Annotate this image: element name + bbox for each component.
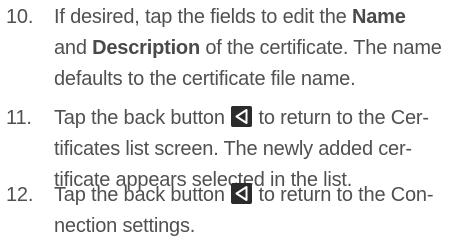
step-number: 11. [6,107,32,129]
step-line: Tap the back button to return to the Cer… [54,103,429,134]
description-field-label: Description [92,37,200,59]
step-text: defaults to the certificate file name. [54,68,356,90]
step-number: 12. [6,184,34,206]
step-line: If desired, tap the fields to edit the N… [54,2,406,33]
name-field-label: Name [351,6,406,28]
instruction-document: 10. If desired, tap the fields to edit t… [0,0,459,242]
back-triangle-icon [231,106,253,127]
step-text: and [54,37,93,59]
back-triangle-icon [231,183,253,204]
step-line: nection settings. [54,211,195,242]
step-line: tificates list screen. The newly added c… [54,134,412,165]
step-text: of the certificate. The name [199,37,442,59]
step-text: nection settings. [54,215,196,237]
step-text: Tap the back button [54,184,231,206]
step-line: and Description of the certificate. The … [54,33,442,64]
step-text: to return to the Cer- [253,107,429,129]
step-line: Tap the back button to return to the Con… [54,180,433,211]
step-text: If desired, tap the fields to edit the [54,6,352,28]
step-text: to return to the Con- [253,184,434,206]
step-text: Tap the back button [54,107,231,129]
step-text: tificates list screen. The newly added c… [54,138,412,160]
step-line: defaults to the certificate file name. [54,64,356,95]
step-number: 10. [6,6,34,28]
